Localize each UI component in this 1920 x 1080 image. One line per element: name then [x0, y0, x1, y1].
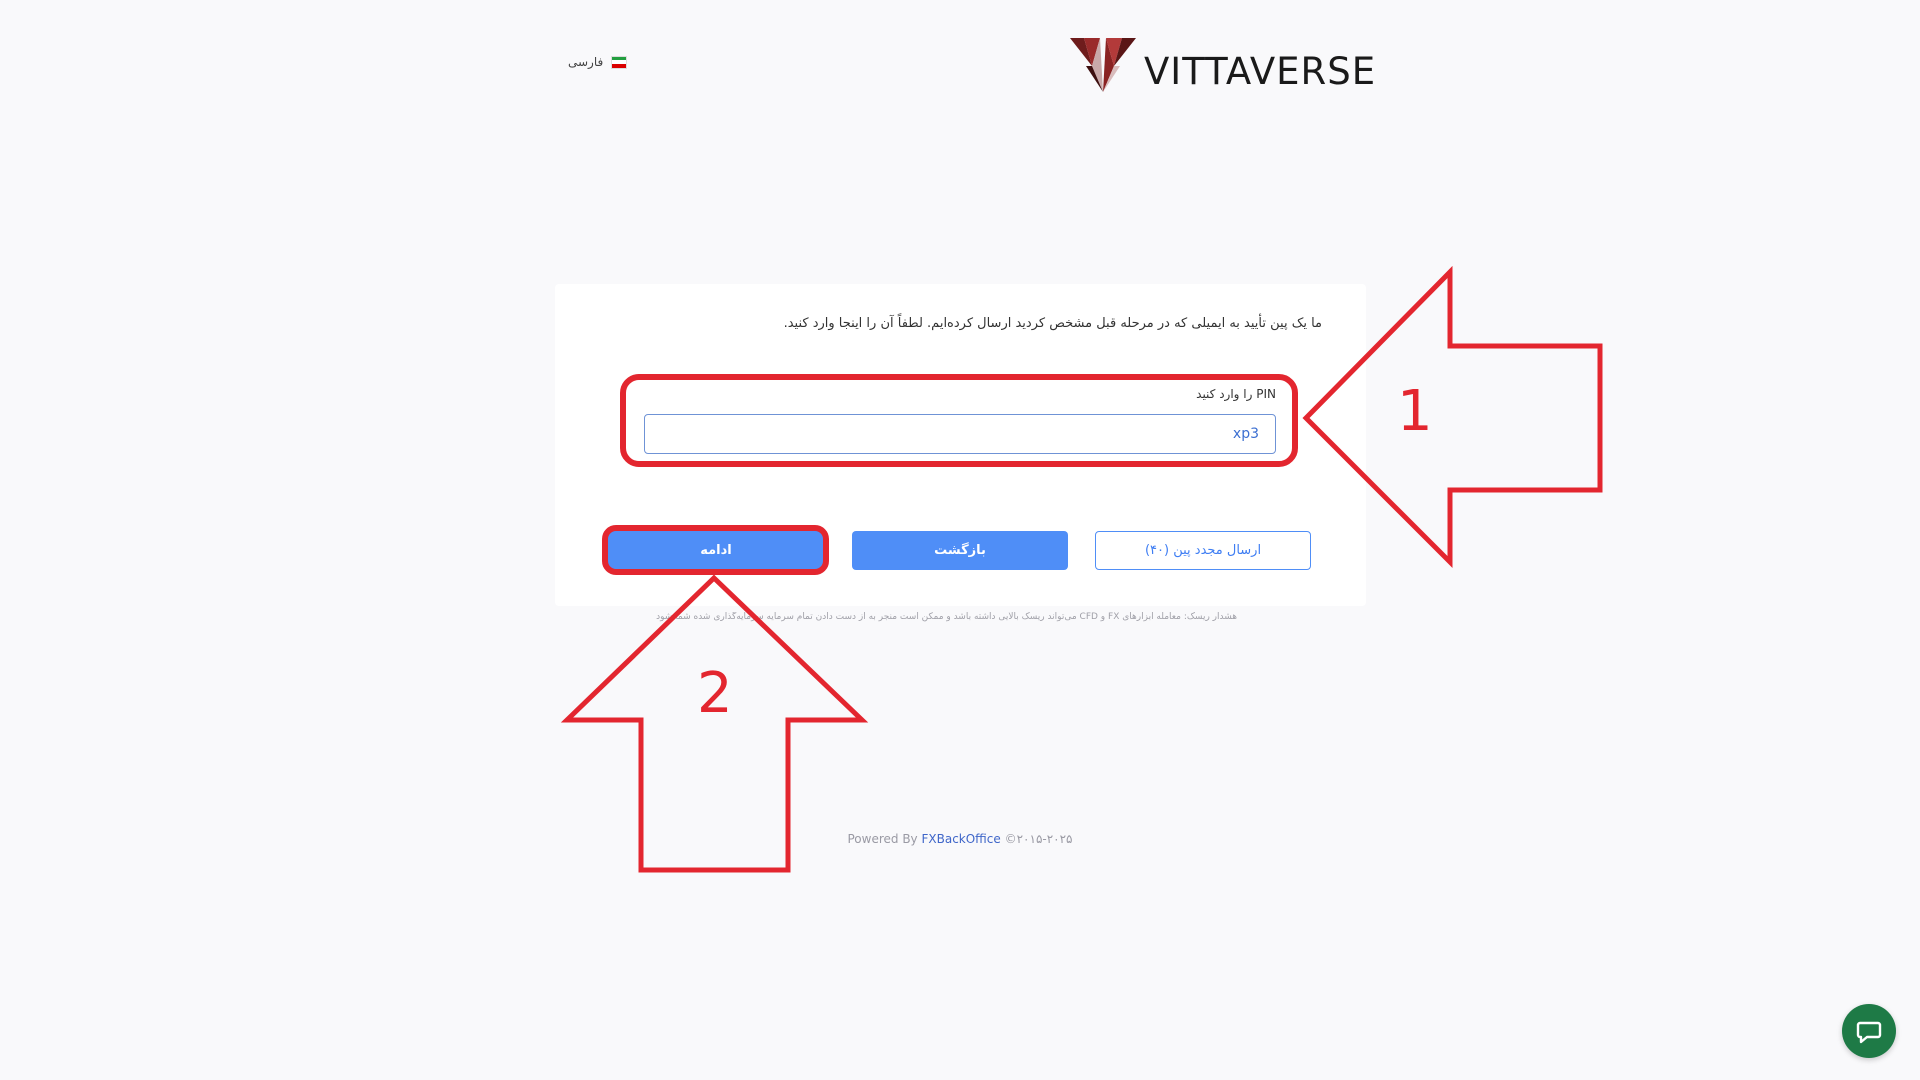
- risk-warning: هشدار ریسک: معامله ابزارهای FX و CFD می‌…: [656, 612, 1237, 622]
- pin-input[interactable]: [644, 414, 1276, 454]
- brand-logo: VITTAVERSE: [1070, 34, 1376, 92]
- iran-flag-icon: [611, 55, 628, 69]
- resend-pin-button[interactable]: ارسال مجدد پین (۴۰): [1095, 531, 1311, 570]
- continue-button[interactable]: ادامه: [608, 531, 824, 570]
- provider-link[interactable]: FXBackOffice: [921, 832, 1000, 846]
- language-selector[interactable]: فارسی: [568, 52, 628, 72]
- language-label: فارسی: [568, 55, 604, 69]
- annotation-step-1: 1: [1397, 379, 1433, 444]
- powered-by-label: Powered By: [847, 832, 918, 846]
- intro-text: ما یک پین تأیید به ایمیلی که در مرحله قب…: [783, 316, 1322, 331]
- brand-name: VITTAVERSE: [1144, 50, 1377, 93]
- pin-verification-page: فارسی VITTAVERSE ما یک پین تأیید به ایمی…: [0, 0, 1920, 1080]
- powered-by-footer: Powered By FXBackOffice ©۲۰۱۵-۲۰۲۵: [800, 832, 1120, 846]
- chat-widget-button[interactable]: [1842, 1004, 1896, 1058]
- copyright-years: ©۲۰۱۵-۲۰۲۵: [1004, 832, 1073, 846]
- annotation-step-2: 2: [697, 661, 733, 726]
- vittaverse-logo-icon: [1070, 38, 1136, 92]
- back-button[interactable]: بازگشت: [852, 531, 1068, 570]
- pin-label: PIN را وارد کنید: [1196, 387, 1276, 401]
- chat-bubble-icon: [1856, 1021, 1882, 1044]
